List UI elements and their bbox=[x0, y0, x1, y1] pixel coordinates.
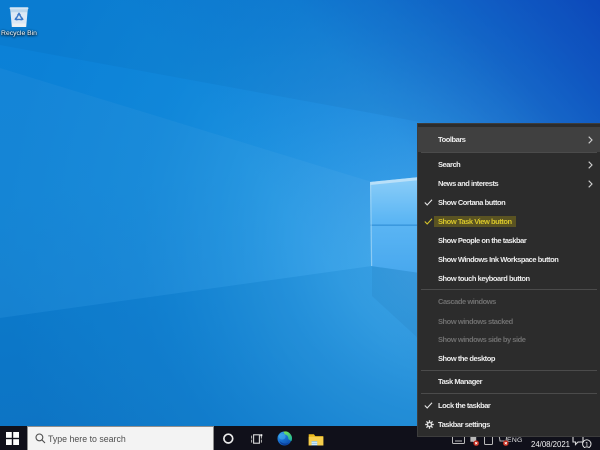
svg-text:1: 1 bbox=[585, 442, 589, 449]
